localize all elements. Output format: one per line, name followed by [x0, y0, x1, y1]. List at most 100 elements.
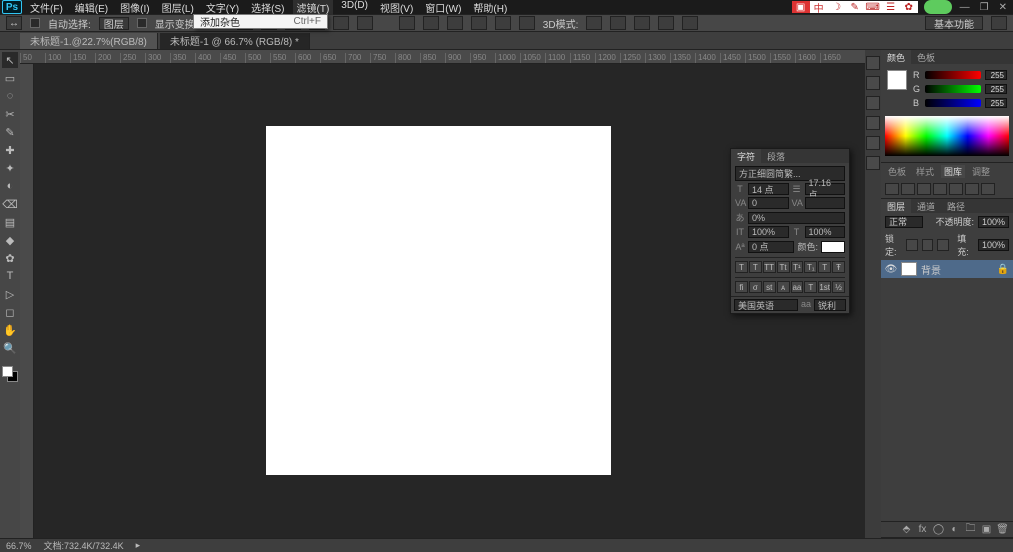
auto-select-dropdown[interactable]: 图层: [99, 17, 129, 30]
badge-icon[interactable]: 中: [810, 1, 828, 13]
visibility-icon[interactable]: 👁: [885, 263, 897, 275]
opentype-button[interactable]: st: [763, 281, 776, 293]
mode-3d-icon[interactable]: [586, 16, 602, 30]
swatch-icon[interactable]: [901, 183, 915, 195]
opentype-button[interactable]: ᴀ: [777, 281, 790, 293]
tool-button[interactable]: ✿: [2, 250, 18, 266]
menu-4[interactable]: 文字(Y): [202, 0, 243, 15]
link-icon[interactable]: ⬘: [900, 524, 913, 535]
tool-button[interactable]: T: [2, 268, 18, 284]
group-icon[interactable]: 🗀: [964, 524, 977, 535]
tool-button[interactable]: ↖: [2, 52, 18, 68]
text-style-button[interactable]: T: [749, 261, 762, 273]
layer-name[interactable]: 背景: [921, 262, 941, 277]
swatch-icon[interactable]: [933, 183, 947, 195]
opentype-button[interactable]: ½: [832, 281, 845, 293]
distribute-icon[interactable]: [423, 16, 439, 30]
menu-2[interactable]: 图像(I): [116, 0, 153, 15]
tool-button[interactable]: ▤: [2, 214, 18, 230]
fill-adj-icon[interactable]: ◐: [948, 524, 961, 535]
workspace-switcher[interactable]: 基本功能: [925, 16, 983, 30]
text-style-button[interactable]: Ŧ: [832, 261, 845, 273]
mode-3d-icon[interactable]: [634, 16, 650, 30]
tool-button[interactable]: ◻: [2, 304, 18, 320]
lock-position-icon[interactable]: [922, 239, 934, 251]
menu-1[interactable]: 编辑(E): [71, 0, 112, 15]
badge-icon[interactable]: ☽: [828, 1, 846, 13]
character-panel[interactable]: 字符 段落 方正细圆简繁... T 14 点 ☰ 17.16 点 VA 0 VA…: [730, 148, 850, 314]
channel-slider[interactable]: [925, 99, 981, 107]
zoom-level[interactable]: 66.7%: [6, 541, 32, 551]
layer-thumbnail[interactable]: [901, 262, 917, 276]
panel-tab[interactable]: 样式: [913, 165, 937, 178]
dock-icon[interactable]: [866, 96, 880, 110]
text-color-swatch[interactable]: [821, 241, 845, 253]
vscale-field[interactable]: 100%: [748, 226, 789, 238]
swatch-icon[interactable]: [885, 183, 899, 195]
align-icon[interactable]: [333, 16, 349, 30]
opacity-field[interactable]: 100%: [978, 216, 1009, 228]
panel-tab[interactable]: 图库: [941, 165, 965, 178]
channel-value[interactable]: 255: [985, 70, 1007, 80]
color-swatches[interactable]: [2, 366, 18, 382]
channel-value[interactable]: 255: [985, 98, 1007, 108]
distribute-icon[interactable]: [495, 16, 511, 30]
channel-value[interactable]: 255: [985, 84, 1007, 94]
tool-button[interactable]: ◆: [2, 232, 18, 248]
tool-button[interactable]: ✋: [2, 322, 18, 338]
account-badge[interactable]: [924, 0, 952, 14]
font-size-field[interactable]: 14 点: [748, 183, 789, 195]
mode-3d-icon[interactable]: [682, 16, 698, 30]
badge-icon[interactable]: ☰: [882, 1, 900, 13]
tracking-field[interactable]: [805, 197, 846, 209]
tool-button[interactable]: ⌫: [2, 196, 18, 212]
minimize-button[interactable]: —: [960, 2, 970, 13]
menu-7[interactable]: 3D(D): [337, 0, 372, 15]
dock-icon[interactable]: [866, 76, 880, 90]
lock-pixels-icon[interactable]: [906, 239, 918, 251]
leading-field[interactable]: 17.16 点: [805, 183, 846, 195]
antialias-dropdown[interactable]: 锐利: [814, 299, 846, 311]
distribute-icon[interactable]: [447, 16, 463, 30]
tool-button[interactable]: ◐: [2, 178, 18, 194]
tool-button[interactable]: ▷: [2, 286, 18, 302]
foreground-swatch[interactable]: [887, 70, 907, 90]
distribute-icon[interactable]: [519, 16, 535, 30]
menu-6[interactable]: 滤镜(T): [293, 0, 334, 15]
hscale2-field[interactable]: 100%: [805, 226, 846, 238]
opentype-button[interactable]: fi: [735, 281, 748, 293]
menu-5[interactable]: 选择(S): [247, 0, 288, 15]
tool-button[interactable]: ◌: [2, 88, 18, 104]
menu-0[interactable]: 文件(F): [26, 0, 67, 15]
align-icon[interactable]: [357, 16, 373, 30]
badge-icon[interactable]: ▣: [792, 1, 810, 13]
menu-3[interactable]: 图层(L): [158, 0, 198, 15]
text-style-button[interactable]: Tt: [777, 261, 790, 273]
fill-field[interactable]: 100%: [978, 239, 1009, 251]
tool-button[interactable]: ✚: [2, 142, 18, 158]
language-dropdown[interactable]: 美国英语: [734, 299, 798, 311]
menu-item[interactable]: 添加杂色Ctrl+F: [194, 15, 327, 28]
distribute-icon[interactable]: [471, 16, 487, 30]
mask-icon[interactable]: ◯: [932, 524, 945, 535]
text-style-button[interactable]: T₁: [804, 261, 817, 273]
opentype-button[interactable]: σ: [749, 281, 762, 293]
text-style-button[interactable]: TT: [763, 261, 776, 273]
auto-select-checkbox[interactable]: [30, 18, 40, 28]
channel-slider[interactable]: [925, 85, 981, 93]
dock-icon[interactable]: [866, 156, 880, 170]
kerning-field[interactable]: 0: [748, 197, 789, 209]
color-ramp[interactable]: [885, 116, 1009, 156]
document-tab[interactable]: 未标题-1 @ 66.7% (RGB/8) *: [160, 33, 310, 49]
opentype-button[interactable]: 1st: [818, 281, 831, 293]
text-style-button[interactable]: T: [818, 261, 831, 273]
close-button[interactable]: ✕: [999, 2, 1007, 13]
panel-tab[interactable]: 色板: [885, 165, 909, 178]
tool-button[interactable]: ✂: [2, 106, 18, 122]
layer-row[interactable]: 👁 背景 🔒: [881, 260, 1013, 278]
tab-channels[interactable]: 通道: [911, 199, 941, 213]
dock-icon[interactable]: [866, 116, 880, 130]
text-style-button[interactable]: T¹: [791, 261, 804, 273]
menu-10[interactable]: 帮助(H): [469, 0, 511, 15]
swatch-icon[interactable]: [981, 183, 995, 195]
